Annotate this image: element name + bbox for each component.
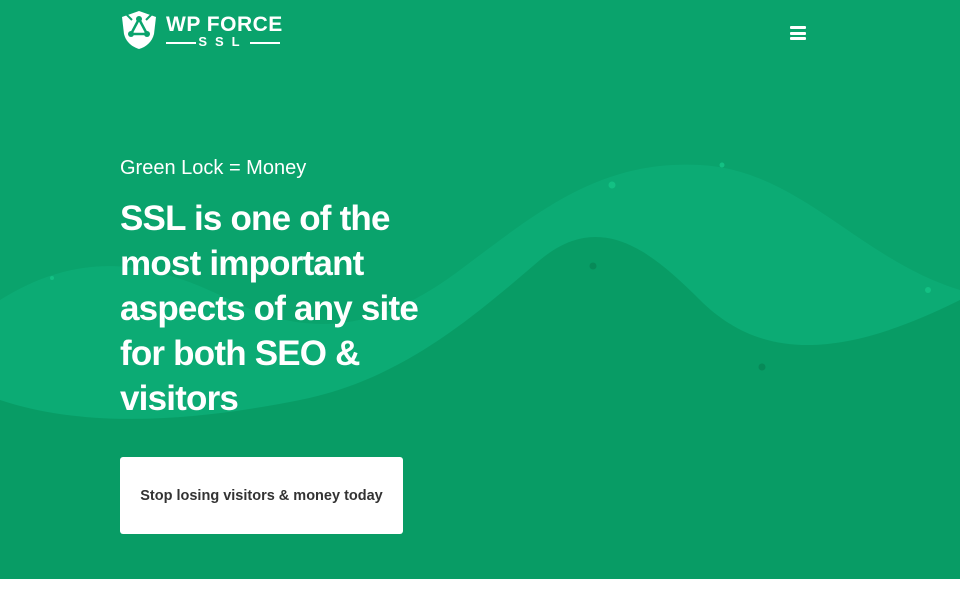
brand-wordmark: WP FORCE SSL <box>166 10 282 50</box>
network-dot <box>758 363 766 371</box>
shield-lock-icon <box>122 11 156 49</box>
network-dot <box>608 181 616 189</box>
network-dot <box>589 262 597 270</box>
hero-headline: SSL is one of the most important aspects… <box>120 199 419 418</box>
hamburger-menu-icon[interactable] <box>790 26 806 40</box>
network-dot <box>50 276 54 280</box>
hero-section: WP FORCE SSL Green Lock = Money SSL is o… <box>0 0 960 579</box>
cta-button[interactable]: Stop losing visitors & money today <box>120 457 403 534</box>
network-dot <box>925 287 931 293</box>
logo-divider <box>250 42 280 44</box>
brand-logo[interactable]: WP FORCE SSL <box>120 8 282 52</box>
network-dot <box>719 162 725 168</box>
site-header: WP FORCE SSL <box>120 8 806 52</box>
hero-tagline: Green Lock = Money <box>120 157 307 179</box>
